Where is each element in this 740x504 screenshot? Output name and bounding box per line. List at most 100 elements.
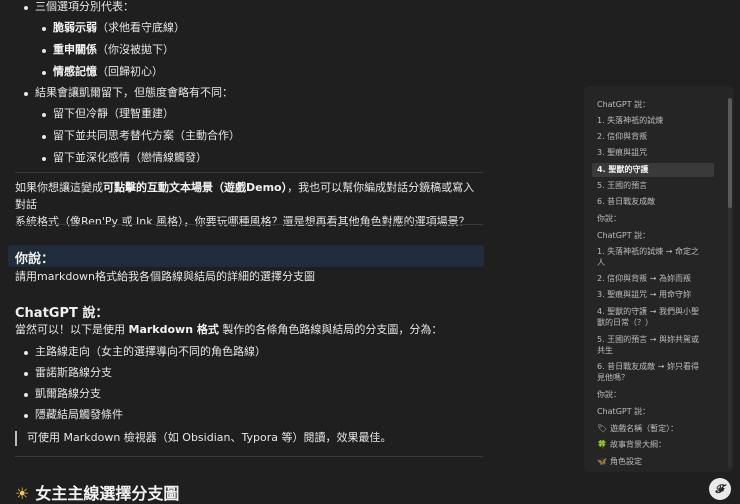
- sidebar-item[interactable]: 🍀 故事背景大綱：: [597, 439, 666, 450]
- sidebar-item-label: 角色設定: [609, 457, 642, 466]
- sidebar-item-label: 1. 失落神祇的試煉 → 命定之: [597, 247, 699, 256]
- sidebar-item-label: 人: [597, 258, 605, 267]
- list-item: 情感記憶（回歸初心）: [53, 65, 163, 79]
- bullet: [42, 157, 46, 161]
- list-item: 三個選項分別代表：: [35, 0, 134, 13]
- sidebar-item[interactable]: 1. 失落神祇的試煉: [597, 115, 663, 126]
- sidebar-item-label: 2. 信仰與背叛: [597, 132, 648, 141]
- blockquote: 可使用 Markdown 檢視器（如 Obsidian、Typora 等）閱讀，…: [27, 431, 392, 444]
- sun-icon: ☀: [15, 484, 30, 503]
- sidebar-item[interactable]: 🦋 角色設定: [597, 456, 642, 467]
- sidebar-item[interactable]: 4. 聖獸的守護 → 我們與小聖: [597, 306, 699, 317]
- bullet: [42, 135, 46, 139]
- sidebar-item-label: 6. 昔日戰友成敵 → 妳只看得: [597, 362, 699, 371]
- sidebar-item-label: 故事背景大綱：: [609, 440, 666, 449]
- divider: [15, 172, 483, 173]
- list-item: 凱爾路線分支: [35, 387, 101, 400]
- paragraph: 如果你想讓這變成可點擊的互動文本場景（遊戲Demo），我也可以幫你編成對話分鏡稿…: [15, 179, 485, 230]
- emoji-icon: 🏷: [597, 424, 608, 433]
- sidebar-item-label: 3. 聖痕與詛咒 → 用命守妳: [597, 290, 691, 299]
- emoji-icon: 🦋: [597, 457, 607, 466]
- user-message: 請用markdown格式給我各個路線與結局的詳細的選擇分支圖: [15, 270, 316, 283]
- section-heading: ☀ 女主主線選擇分支圖: [15, 480, 179, 504]
- bullet: [42, 27, 46, 31]
- sidebar-item-label: 4. 聖獸的守護: [597, 165, 649, 174]
- list-item: 結果會讓凱爾留下，但態度會略有不同：: [35, 86, 233, 99]
- sidebar-item[interactable]: 5. 王國的預言: [597, 180, 647, 191]
- list-item: 重申關係（你沒被拋下）: [53, 43, 174, 57]
- sidebar-item[interactable]: 3. 聖痕與詛咒 → 用命守妳: [597, 289, 691, 300]
- sidebar-item[interactable]: 2. 信仰與背叛 → 為妳而叛: [597, 273, 691, 284]
- bullet: [24, 393, 28, 397]
- bullet: [24, 6, 28, 10]
- divider: [15, 456, 483, 457]
- list-item: 脆弱示弱（求他看守底線）: [53, 21, 185, 35]
- sidebar-item[interactable]: 4. 聖獸的守護: [597, 164, 648, 175]
- bullet: [42, 113, 46, 117]
- bullet: [42, 71, 46, 75]
- user-label: 你說：: [15, 252, 55, 267]
- divider: [15, 224, 483, 225]
- sidebar-heading: ChatGPT 說：: [597, 230, 650, 241]
- sidebar-item-label: 你說：: [597, 390, 621, 399]
- intro-text: 當然可以！以下是使用: [15, 323, 129, 336]
- sidebar-item[interactable]: 人: [597, 257, 605, 268]
- sidebar-item-label: 3. 聖痕與詛咒: [597, 148, 648, 157]
- emoji-icon: 🍀: [597, 440, 607, 449]
- section-heading-text: 女主主線選擇分支圖: [35, 484, 180, 503]
- chat-transcript: 三個選項分別代表： 脆弱示弱（求他看守底線） 重申關係（你沒被拋下） 情感記憶（…: [0, 0, 500, 504]
- assistant-label: ChatGPT 說：: [15, 306, 109, 321]
- paragraph-text: 系統格式（像Ren'Py 或 Ink 風格），你要玩哪種風格？還是想再看其他角色…: [15, 215, 470, 228]
- paragraph-text: 如果你想讓這變成: [15, 181, 103, 194]
- outline-sidebar: ChatGPT 說： 1. 失落神祇的試煉 2. 信仰與背叛 3. 聖痕與詛咒 4. 聖…: [584, 86, 734, 472]
- sidebar-item-label: ChatGPT 說：: [597, 100, 651, 109]
- bullet: [24, 92, 28, 96]
- list-item: 隱藏結局觸發條件: [35, 408, 123, 421]
- sidebar-item[interactable]: 見他嗎？: [597, 372, 629, 383]
- sidebar-heading: 你說：: [597, 389, 621, 400]
- user-message-header: [8, 245, 484, 267]
- list-item: 留下並深化感情（戀情線觸發）: [53, 151, 207, 164]
- bullet: [24, 414, 28, 418]
- blockquote-bar: [15, 431, 17, 446]
- scrollbar-thumb[interactable]: [728, 98, 732, 208]
- list-item-text: （求他看守底線）: [97, 21, 185, 34]
- sidebar-heading: ChatGPT 說：: [597, 406, 650, 417]
- list-item: 留下但冷靜（理智重建）: [53, 107, 174, 120]
- sidebar-item-label: 你說：: [597, 214, 621, 223]
- sidebar-item[interactable]: 🏷 遊戲名稱（暫定）：: [597, 423, 678, 434]
- sidebar-item-label: 1. 失落神祇的試煉: [597, 116, 664, 125]
- assistant-intro: 當然可以！以下是使用 Markdown 格式 製作的各條角色路線與結局的分支圖，…: [15, 321, 442, 338]
- sidebar-item[interactable]: 1. 失落神祇的試煉 → 命定之: [597, 246, 699, 257]
- sidebar-item[interactable]: 3. 聖痕與詛咒: [597, 147, 647, 158]
- bullet: [24, 372, 28, 376]
- sidebar-item-label: 2. 信仰與背叛 → 為妳而叛: [597, 274, 691, 283]
- sidebar-item[interactable]: 6. 昔日戰友成敵: [597, 196, 655, 207]
- sidebar-item-label: 遊戲名稱（暫定）：: [610, 424, 679, 433]
- sidebar-heading: 你說：: [597, 213, 621, 224]
- list-item-bold: 情感記憶: [53, 65, 97, 78]
- sidebar-item-label: 5. 王國的預言: [597, 181, 648, 190]
- sidebar-item-label: 獸的日常（？）: [597, 318, 653, 327]
- extension-badge[interactable]: 𝓕: [709, 478, 731, 500]
- sidebar-item[interactable]: 6. 昔日戰友成敵 → 妳只看得: [597, 361, 699, 372]
- sidebar-item-label: 4. 聖獸的守護 → 我們與小聖: [597, 307, 699, 316]
- list-item-bold: 重申關係: [53, 43, 97, 56]
- intro-text: 製作的各條角色路線與結局的分支圖，分為：: [218, 323, 443, 336]
- sidebar-item-label: 5. 王國的預言 → 與妳共駕或: [597, 335, 699, 344]
- sidebar-item[interactable]: 2. 信仰與背叛: [597, 131, 647, 142]
- list-item-bold: 脆弱示弱: [53, 21, 97, 34]
- list-item: 雷諾斯路線分支: [35, 366, 112, 379]
- sidebar-item-label: 6. 昔日戰友成敵: [597, 197, 656, 206]
- intro-bold: Markdown 格式: [128, 323, 219, 336]
- list-item: 留下並共同思考替代方案（主動合作）: [53, 129, 240, 142]
- sidebar-item[interactable]: 5. 王國的預言 → 與妳共駕或: [597, 334, 699, 345]
- sidebar-heading: ChatGPT 說：: [597, 99, 650, 110]
- sidebar-item[interactable]: 共生: [597, 345, 613, 356]
- sidebar-item-label: 見他嗎？: [597, 373, 629, 382]
- bullet: [42, 49, 46, 53]
- sidebar-item-label: ChatGPT 說：: [597, 407, 651, 416]
- sidebar-item[interactable]: 獸的日常（？）: [597, 317, 653, 328]
- list-item: 主路線走向（女主的選擇導向不同的角色路線）: [35, 345, 266, 358]
- sidebar-item-label: 共生: [597, 346, 613, 355]
